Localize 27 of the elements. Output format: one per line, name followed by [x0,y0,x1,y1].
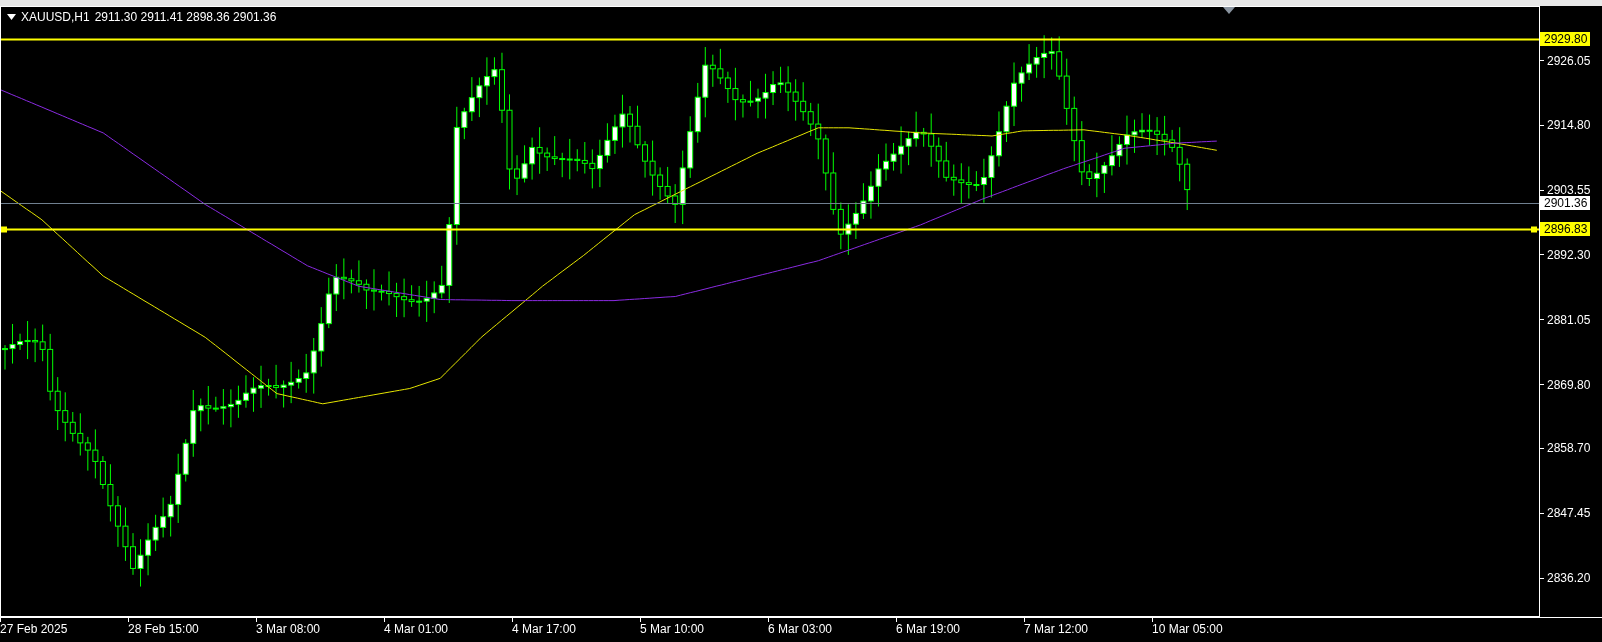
price-tick-label: 2881.05 [1547,312,1591,327]
price-marker-label: 2896.83 [1540,221,1591,236]
triangle-icon[interactable] [1223,7,1235,14]
time-label: 5 Mar 10:00 [640,622,705,636]
time-label: 6 Mar 03:00 [768,622,833,636]
time-label: 28 Feb 15:00 [128,622,199,636]
time-label: 3 Mar 08:00 [256,622,321,636]
price-tick-label: 2869.80 [1547,377,1591,392]
time-label: 27 Feb 2025 [0,622,68,636]
price-marker-label: 2901.36 [1540,195,1591,210]
price-tick-label: 2926.05 [1547,53,1591,68]
price-marker-label: 2929.80 [1540,32,1591,46]
price-tick-label: 2836.20 [1547,571,1591,586]
time-label: 6 Mar 19:00 [896,622,961,636]
price-tick-label: 2914.80 [1547,118,1591,133]
horizontal-level-line[interactable] [1,226,1539,233]
price-tick-label: 2847.45 [1547,506,1591,521]
symbol-label: XAUUSD,H1 [21,10,90,24]
time-label: 10 Mar 05:00 [1152,622,1223,636]
price-tick-label: 2858.70 [1547,441,1591,456]
price-tick-label: 2903.55 [1547,183,1591,198]
time-label: 7 Mar 12:00 [1024,622,1089,636]
triangle-icon[interactable] [7,14,16,20]
time-label: 4 Mar 17:00 [512,622,577,636]
price-quotes: 2911.30 2911.41 2898.36 2901.36 [94,10,277,24]
price-tick-label: 2892.30 [1547,247,1591,262]
time-label: 4 Mar 01:00 [384,622,449,636]
